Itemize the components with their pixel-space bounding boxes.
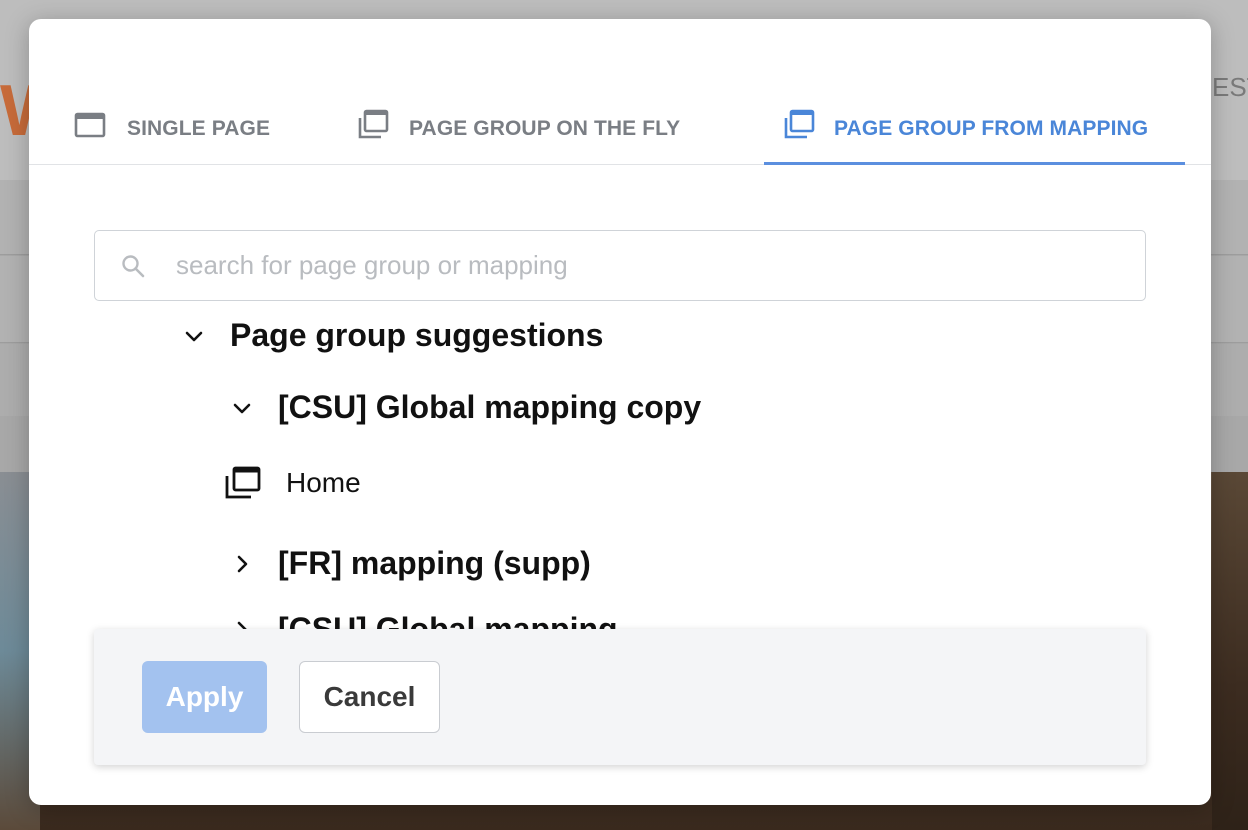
tab-page-group-from-mapping[interactable]: PAGE GROUP FROM MAPPING xyxy=(764,103,1185,165)
tree-node-mapping[interactable]: [CSU] Global mapping copy xyxy=(231,389,701,426)
cancel-button[interactable]: Cancel xyxy=(299,661,440,733)
apply-button[interactable]: Apply xyxy=(142,661,267,733)
tab-page-group-on-the-fly[interactable]: PAGE GROUP ON THE FLY xyxy=(355,103,680,165)
tree-node-label: Home xyxy=(286,467,361,498)
tab-bar: SINGLE PAGE PAGE GROUP ON THE FLY PAGE G… xyxy=(29,19,1211,165)
search-input[interactable] xyxy=(176,250,1076,281)
search-icon xyxy=(122,254,145,277)
tree-node-label: [CSU] Global mapping copy xyxy=(278,389,702,425)
background-nav-text: EST xyxy=(1212,72,1248,102)
tree-node-page-group-suggestions[interactable]: Page group suggestions xyxy=(183,317,603,354)
tab-label: SINGLE PAGE xyxy=(127,117,271,140)
chevron-down-icon[interactable] xyxy=(231,397,253,419)
page-group-icon xyxy=(225,466,261,499)
single-page-icon xyxy=(74,112,106,138)
tree-node-mapping[interactable]: [FR] mapping (supp) xyxy=(231,545,591,582)
search-box xyxy=(94,230,1146,301)
page-group-icon xyxy=(784,109,815,139)
modal-footer: Apply Cancel xyxy=(94,629,1146,765)
tree-node-mapping[interactable]: [CSU] Global mapping xyxy=(231,611,618,631)
tab-label: PAGE GROUP ON THE FLY xyxy=(409,117,681,140)
tab-label: PAGE GROUP FROM MAPPING xyxy=(834,117,1149,140)
chevron-down-icon[interactable] xyxy=(183,325,205,347)
tree-node-label: [CSU] Global mapping xyxy=(278,611,618,631)
page-group-tree: Page group suggestions [CSU] Global mapp… xyxy=(29,309,1211,631)
page-group-icon xyxy=(358,109,389,139)
chevron-right-icon[interactable] xyxy=(231,553,253,575)
background-photo-edge xyxy=(1212,472,1248,830)
tree-leaf-page-group[interactable]: Home xyxy=(222,465,361,501)
tree-node-label: [FR] mapping (supp) xyxy=(278,545,591,581)
tree-node-label: Page group suggestions xyxy=(230,317,604,353)
tab-single-page[interactable]: SINGLE PAGE xyxy=(73,103,270,165)
page-selector-modal: SINGLE PAGE PAGE GROUP ON THE FLY PAGE G… xyxy=(29,19,1211,805)
